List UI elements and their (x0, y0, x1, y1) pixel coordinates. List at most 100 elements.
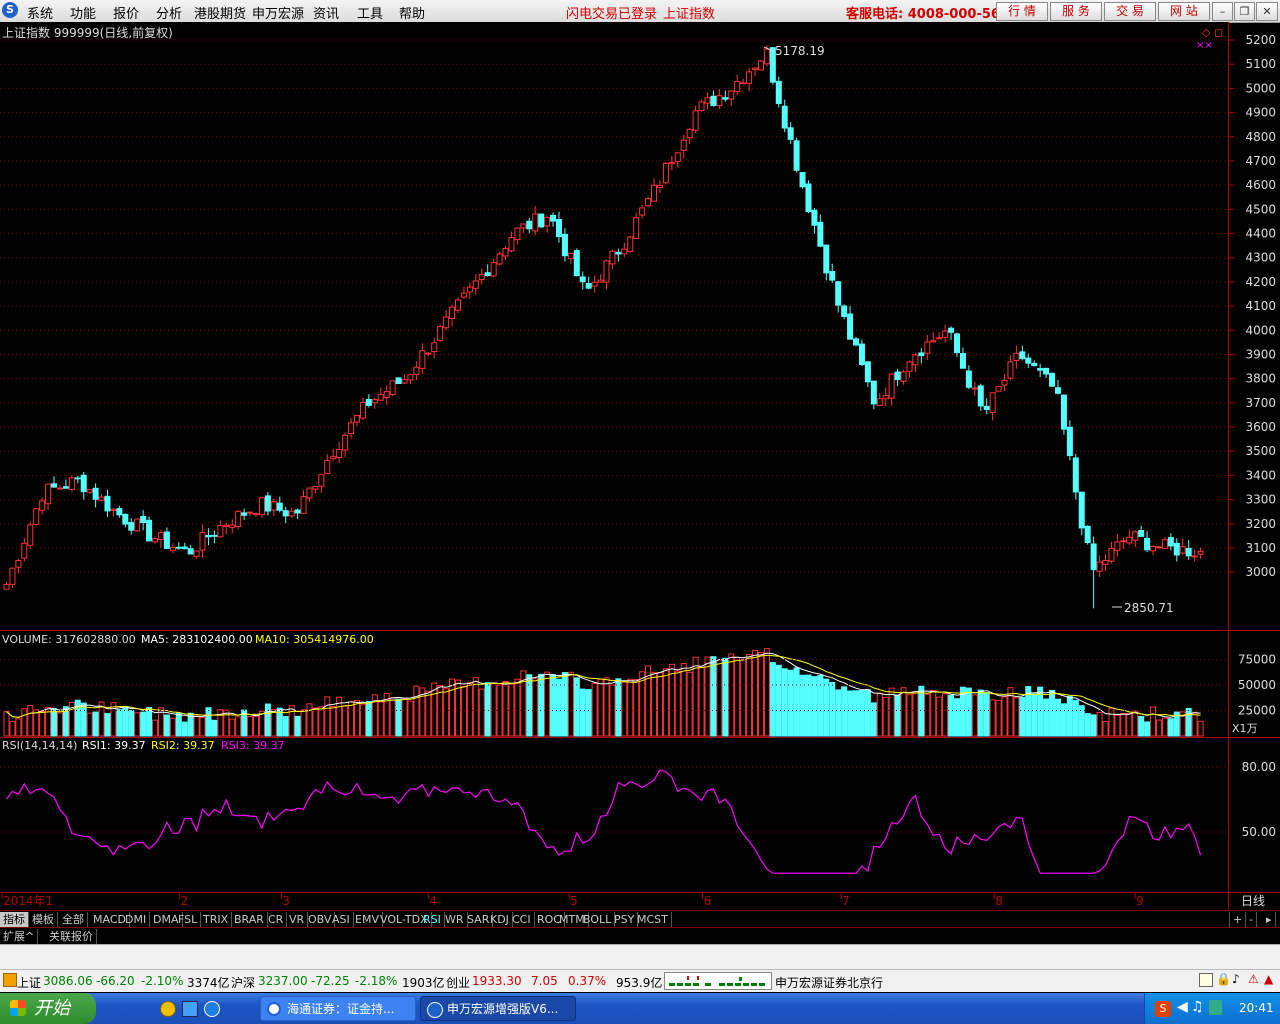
menu-item-system[interactable]: 系统 (27, 3, 53, 22)
volume-bar (318, 706, 325, 737)
menu-item-quote[interactable]: 报价 (113, 3, 139, 22)
volume-bar (496, 684, 503, 737)
candle-body (579, 276, 586, 283)
tab-related-quotes[interactable]: 关联报价 (46, 929, 97, 944)
tab-[interactable]: 指标 (0, 912, 29, 927)
candle-body (80, 474, 87, 493)
volume-bar (1185, 707, 1192, 737)
restore-icon[interactable]: ❐ (1234, 2, 1255, 21)
volume-bar (134, 712, 141, 737)
menu-item-swhy[interactable]: 申万宏源 (252, 3, 304, 22)
tab-remove-button[interactable]: - (1246, 912, 1257, 927)
market-breadth-icon (669, 976, 765, 986)
candle-body (431, 342, 438, 353)
volume-bar (835, 689, 842, 737)
candle-body (330, 456, 337, 460)
taskbar-item-trading-app[interactable]: 申万宏源增强版V6... (420, 996, 576, 1021)
volume-bar (573, 677, 580, 737)
volume-bar (829, 681, 836, 737)
network-icon[interactable]: ◀ (1177, 999, 1188, 1015)
tab-mcst[interactable]: MCST (634, 912, 672, 927)
menu-item-news[interactable]: 资讯 (313, 3, 339, 22)
notebook-icon[interactable] (1199, 973, 1213, 987)
candle-body (437, 325, 444, 341)
tab-cr[interactable]: CR (265, 912, 288, 927)
speaker-icon[interactable]: ♪ (1232, 972, 1240, 986)
volume-bar (680, 663, 687, 737)
menu-item-function[interactable]: 功能 (70, 3, 96, 22)
candle-body (817, 221, 824, 247)
tab-brar[interactable]: BRAR (231, 912, 268, 927)
quicklaunch-desktop-icon[interactable] (182, 1001, 198, 1017)
tab-[interactable]: 全部 (59, 912, 88, 927)
tab-fsl[interactable]: FSL (175, 912, 202, 927)
candle-body (68, 477, 75, 491)
input-method-icon[interactable]: S (1155, 1001, 1171, 1017)
candle-body (692, 110, 699, 131)
candle-body (639, 207, 646, 216)
xx-marker-icon: ×× (1196, 40, 1213, 51)
website-button[interactable]: 网 站 (1158, 2, 1210, 21)
volume-bar (490, 682, 497, 737)
volume-bar (110, 702, 117, 737)
candle-body (134, 518, 141, 532)
lock-icon[interactable]: 🔒 (1216, 972, 1231, 986)
candle-body (1066, 426, 1073, 457)
app-logo-icon[interactable]: S (2, 2, 18, 18)
volume-icon[interactable]: ♫ (1191, 999, 1204, 1015)
price-tick-label: 4500 (1245, 202, 1276, 216)
market-button[interactable]: 行 情 (996, 2, 1048, 21)
menu-item-tools[interactable]: 工具 (357, 3, 383, 22)
quicklaunch-browser-icon[interactable] (204, 1001, 220, 1017)
clock[interactable]: 20:41 (1239, 1001, 1274, 1015)
candle-body (680, 139, 687, 151)
minimize-icon[interactable]: – (1212, 2, 1233, 21)
volume-bar (953, 698, 960, 737)
volume-bar (948, 694, 955, 737)
volume-bar (1167, 718, 1174, 737)
tab-asi[interactable]: ASI (329, 912, 354, 927)
menu-item-hk-futures[interactable]: 港股期货 (194, 3, 246, 22)
sh-name[interactable]: 上证 (17, 974, 41, 991)
volume-bar (668, 663, 675, 737)
tab-extension[interactable]: 扩展^ (0, 929, 39, 944)
menu-item-analysis[interactable]: 分析 (156, 3, 182, 22)
tab-more-button[interactable]: ▸ (1263, 912, 1276, 927)
tab-[interactable]: 模板 (29, 912, 58, 927)
start-button[interactable]: 开始 (0, 993, 96, 1024)
volume-bar (752, 649, 759, 737)
candle-body (1144, 537, 1151, 551)
tab-dmi[interactable]: DMI (122, 912, 151, 927)
tab-cci[interactable]: CCI (509, 912, 535, 927)
volume-bar (235, 716, 242, 737)
tab-add-button[interactable]: + (1229, 912, 1247, 927)
hs-name[interactable]: 沪深 (231, 974, 255, 991)
tab-trix[interactable]: TRIX (200, 912, 233, 927)
date-tick-label: 7 (842, 894, 850, 908)
candle-body (514, 227, 521, 241)
stock-chart[interactable]: 5200510050004900480047004600450044004300… (0, 22, 1280, 910)
cy-name[interactable]: 创业 (446, 974, 470, 991)
close-icon[interactable]: ✕ (1256, 2, 1278, 21)
taskbar-item-browser[interactable]: 海通证券：证金持... (260, 996, 416, 1021)
candle-body (918, 352, 925, 357)
candle-body (829, 271, 836, 281)
cy-amount: 953.9亿 (616, 976, 663, 990)
volume-bar (1007, 687, 1014, 737)
alert-icon[interactable]: ⚠ (1248, 972, 1259, 986)
quicklaunch-app-icon[interactable] (160, 1001, 176, 1017)
menu-item-help[interactable]: 帮助 (399, 3, 425, 22)
candle-body (1173, 542, 1180, 556)
volume-bar (722, 657, 729, 737)
tab-boll[interactable]: BOLL (580, 912, 616, 927)
volume-bar (1090, 714, 1097, 737)
candle-body (1013, 352, 1020, 361)
volume-bar (324, 696, 331, 737)
candle-body (858, 343, 865, 366)
notice-icon[interactable]: ▲ (1264, 972, 1273, 986)
shield-icon[interactable] (1209, 1000, 1222, 1015)
candle-body (1138, 530, 1145, 537)
volume-bar (502, 680, 509, 737)
service-button[interactable]: 服 务 (1050, 2, 1102, 21)
trade-button[interactable]: 交 易 (1104, 2, 1156, 21)
